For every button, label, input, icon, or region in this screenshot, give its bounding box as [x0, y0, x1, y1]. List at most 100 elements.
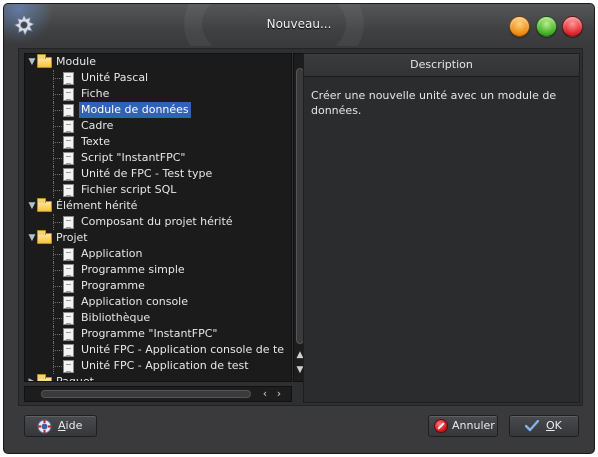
dialog-window: Nouveau... ▼ Module Unité Pascal Fiche Modul… — [3, 3, 595, 454]
tree-item[interactable]: Fiche — [25, 86, 291, 102]
description-panel: Description Créer une nouvelle unité ave… — [303, 53, 580, 403]
tree-item-label: Programme "InstantFPC" — [81, 327, 218, 340]
window-title: Nouveau... — [266, 17, 332, 31]
tree-item-label: Module de données — [79, 102, 191, 118]
tree-item[interactable]: Cadre — [25, 118, 291, 134]
tree-item-label: Unité Pascal — [81, 71, 149, 84]
tree-guide-branch — [53, 286, 62, 287]
tree-guide-branch — [53, 158, 62, 159]
tree-item-label: Unité FPC - Application de test — [81, 359, 249, 372]
document-icon — [63, 184, 74, 197]
document-icon — [63, 72, 74, 85]
dialog-content: ▼ Module Unité Pascal Fiche Module de donnée… — [18, 48, 583, 406]
tree-guide-branch — [53, 302, 62, 303]
tree-item[interactable]: Application console — [25, 294, 291, 310]
document-icon — [63, 136, 74, 149]
folder-icon — [37, 54, 52, 68]
tree-group-label: Paquet — [56, 375, 94, 382]
tree-guide-branch — [53, 366, 62, 367]
tree-guide-branch — [53, 126, 62, 127]
document-icon — [63, 104, 74, 117]
tree-item[interactable]: Programme simple — [25, 262, 291, 278]
document-icon — [63, 296, 74, 309]
tree-group[interactable]: ▼ Élément hérité — [25, 198, 291, 214]
ok-button[interactable]: OK — [509, 415, 579, 437]
tree-item[interactable]: Programme — [25, 278, 291, 294]
tree-item[interactable]: Unité FPC - Application console de te — [25, 342, 291, 358]
scroll-left-arrow-icon[interactable]: ‹ — [259, 387, 271, 401]
folder-icon — [37, 230, 52, 244]
tree-group-label: Projet — [56, 231, 88, 244]
minimize-button[interactable] — [509, 16, 530, 37]
checkmark-icon — [525, 420, 539, 432]
tree-guide-branch — [53, 350, 62, 351]
tree-item[interactable]: Application — [25, 246, 291, 262]
tree-guide-branch — [53, 110, 62, 111]
tree-group-label: Élément hérité — [56, 199, 138, 212]
item-tree[interactable]: ▼ Module Unité Pascal Fiche Module de donnée… — [24, 53, 292, 382]
tree-item-label: Unité de FPC - Test type — [81, 167, 213, 180]
tree-item[interactable]: Texte — [25, 134, 291, 150]
tree-item[interactable]: Composant du projet hérité — [25, 214, 291, 230]
tree-item-label: Bibliothèque — [81, 311, 151, 324]
tree-item[interactable]: Module de données — [25, 102, 291, 118]
expand-down-arrow-icon[interactable]: ▼ — [27, 230, 37, 246]
horizontal-scroll-thumb[interactable] — [41, 390, 251, 398]
tree-item[interactable]: Bibliothèque — [25, 310, 291, 326]
document-icon — [63, 344, 74, 357]
folder-icon — [37, 198, 52, 212]
tree-item[interactable]: Unité de FPC - Test type — [25, 166, 291, 182]
tree-item[interactable]: Unité Pascal — [25, 70, 291, 86]
document-icon — [63, 280, 74, 293]
tree-item-label: Application — [81, 247, 143, 260]
tree-guide-branch — [53, 174, 62, 175]
document-icon — [63, 360, 74, 373]
tree-item-label: Application console — [81, 295, 188, 308]
tree-item-label: Composant du projet hérité — [81, 215, 233, 228]
tree-guide-branch — [53, 78, 62, 79]
tree-item[interactable]: Fichier script SQL — [25, 182, 291, 198]
close-button[interactable] — [562, 16, 583, 37]
tree-item[interactable]: Script "InstantFPC" — [25, 150, 291, 166]
document-icon — [63, 328, 74, 341]
document-icon — [63, 152, 74, 165]
expand-down-arrow-icon[interactable]: ▼ — [27, 54, 37, 70]
help-icon — [37, 419, 52, 434]
document-icon — [63, 248, 74, 261]
tree-item-label: Texte — [81, 135, 111, 148]
tree-item-label: Programme simple — [81, 263, 185, 276]
tree-guide-branch — [53, 270, 62, 271]
tree-item-label: Script "InstantFPC" — [81, 151, 186, 164]
cancel-button-label: Annuler — [452, 419, 495, 432]
tree-group[interactable]: ▼ Projet — [25, 230, 291, 246]
expand-down-arrow-icon[interactable]: ▼ — [27, 198, 37, 214]
tree-item[interactable]: Programme "InstantFPC" — [25, 326, 291, 342]
tree-guide-branch — [53, 222, 62, 223]
maximize-button[interactable] — [536, 16, 557, 37]
tree-guide-branch — [53, 334, 62, 335]
tree-guide-branch — [53, 254, 62, 255]
folder-icon — [37, 374, 52, 381]
tree-guide-branch — [53, 190, 62, 191]
help-button[interactable]: Aide — [24, 415, 97, 437]
tree-item-label: Unité FPC - Application console de te — [81, 343, 285, 356]
scroll-right-arrow-icon[interactable]: › — [273, 387, 285, 401]
tree-group[interactable]: ▶ Paquet — [25, 374, 291, 382]
cancel-icon — [434, 419, 448, 433]
help-button-label: Aide — [58, 419, 83, 432]
document-icon — [63, 216, 74, 229]
tree-item-label: Programme — [81, 279, 145, 292]
tree-guide-branch — [53, 142, 62, 143]
tree-guide-branch — [53, 318, 62, 319]
tree-group[interactable]: ▼ Module — [25, 54, 291, 70]
collapse-right-arrow-icon[interactable]: ▶ — [27, 374, 37, 381]
description-header: Description — [304, 54, 579, 77]
tree-guide-branch — [53, 94, 62, 95]
document-icon — [63, 120, 74, 133]
cancel-button[interactable]: Annuler — [428, 415, 498, 437]
tree-item[interactable]: Unité FPC - Application de test — [25, 358, 291, 374]
tree-item-label: Fiche — [81, 87, 110, 100]
document-icon — [63, 168, 74, 181]
title-bar[interactable]: Nouveau... — [4, 4, 594, 46]
tree-horizontal-scrollbar[interactable]: ‹ › — [24, 386, 292, 402]
